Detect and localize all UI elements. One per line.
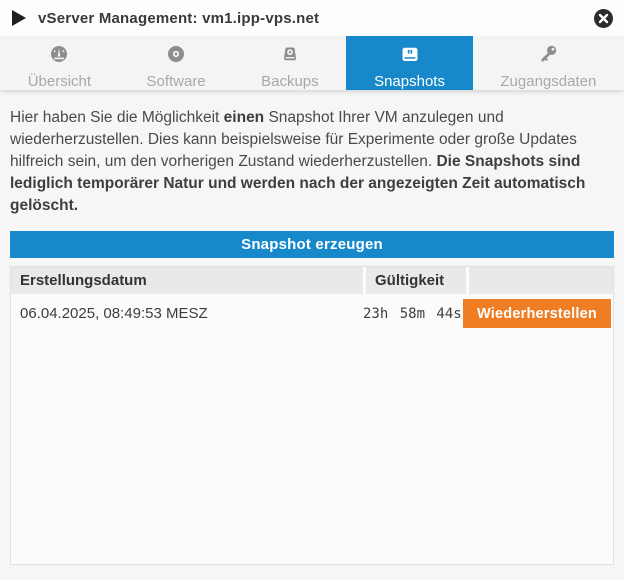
disc-icon	[165, 43, 187, 70]
tab-label: Software	[146, 73, 205, 90]
window-title: vServer Management: vm1.ipp-vps.net	[38, 10, 319, 27]
table-header-row: Erstellungsdatum Gültigkeit	[11, 267, 613, 294]
snapshot-created-date: 06.04.2025, 08:49:53 MESZ	[11, 305, 363, 322]
snapshot-validity: 23h 58m 44s	[363, 306, 463, 322]
tab-label: Snapshots	[374, 73, 445, 90]
column-header-erstellungsdatum: Erstellungsdatum	[11, 267, 363, 294]
description-part: Hier haben Sie die Möglichkeit	[10, 109, 224, 126]
tab-zugangsdaten[interactable]: Zugangsdaten	[473, 36, 624, 90]
tab-uebersicht[interactable]: Übersicht	[0, 36, 119, 90]
column-header-gueltigkeit: Gültigkeit	[366, 267, 466, 294]
tab-snapshots[interactable]: Snapshots	[346, 36, 472, 90]
hdd-icon	[399, 43, 421, 70]
close-button[interactable]	[592, 7, 614, 29]
description-text: Hier haben Sie die Möglichkeit einen Sna…	[10, 107, 608, 217]
snapshot-table: Erstellungsdatum Gültigkeit 06.04.2025, …	[10, 266, 614, 565]
tab-backups[interactable]: Backups	[233, 36, 346, 90]
gauge-icon	[48, 43, 70, 70]
tab-software[interactable]: Software	[119, 36, 234, 90]
tab-label: Zugangsdaten	[500, 73, 596, 90]
create-snapshot-button[interactable]: Snapshot erzeugen	[10, 231, 614, 258]
tab-label: Backups	[261, 73, 319, 90]
table-row: 06.04.2025, 08:49:53 MESZ 23h 58m 44s Wi…	[11, 294, 613, 328]
titlebar: vServer Management: vm1.ipp-vps.net	[0, 0, 624, 36]
play-icon	[12, 10, 26, 26]
restore-button[interactable]: Wiederherstellen	[463, 299, 611, 328]
content-area: Hier haben Sie die Möglichkeit einen Sna…	[0, 107, 624, 565]
description-bold: einen	[224, 109, 264, 126]
column-header-actions	[469, 267, 613, 294]
backup-device-icon	[279, 43, 301, 70]
tabbar: Übersicht Software Backups	[0, 36, 624, 90]
key-icon	[537, 43, 559, 70]
tab-label: Übersicht	[28, 73, 91, 90]
close-icon	[593, 8, 614, 29]
snapshot-action-cell: Wiederherstellen	[463, 299, 613, 328]
